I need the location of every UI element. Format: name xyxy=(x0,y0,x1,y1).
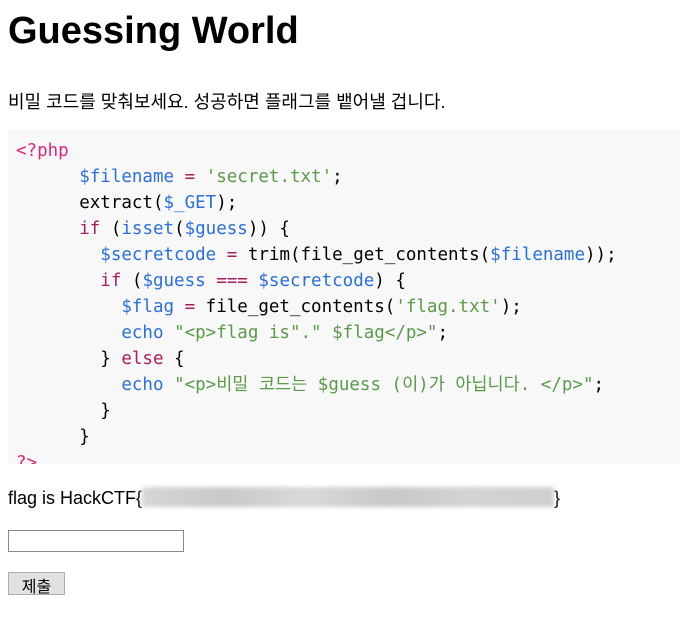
code-line: extract($_GET); xyxy=(16,190,672,216)
code-token: 'secret.txt' xyxy=(205,167,333,187)
code-token: } xyxy=(16,427,90,447)
code-token: ?> xyxy=(16,453,38,464)
code-token: ; xyxy=(593,375,605,395)
guess-input[interactable] xyxy=(8,530,184,552)
code-token: "<p>flag is"." $flag</p>" xyxy=(174,323,438,343)
code-token: if xyxy=(100,271,122,291)
code-token: 'flag.txt' xyxy=(395,297,501,317)
code-token: file_get_contents( xyxy=(195,297,396,317)
code-token: ( xyxy=(174,219,185,239)
code-token: $flag xyxy=(121,297,175,317)
code-line: } else { xyxy=(16,346,672,372)
code-token: === xyxy=(216,271,248,291)
code-token: $secretcode xyxy=(100,245,217,265)
code-token: ( xyxy=(121,271,143,291)
flag-suffix: } xyxy=(554,488,561,508)
code-token: ; xyxy=(437,323,449,343)
code-token: ; xyxy=(332,167,343,187)
code-token: $filename xyxy=(79,167,175,187)
code-token: isset xyxy=(121,219,175,239)
code-token: $_GET xyxy=(163,193,217,213)
source-code-block: <?php $filename = 'secret.txt'; extract(… xyxy=(8,130,680,464)
code-token: <?php xyxy=(16,141,69,161)
submit-button[interactable]: 제출 xyxy=(8,572,65,596)
code-token: echo xyxy=(121,375,164,395)
code-token: = xyxy=(184,167,196,187)
code-line: ?> xyxy=(16,450,672,464)
code-line: $secretcode = trim(file_get_contents($fi… xyxy=(16,242,672,268)
code-line: if ($guess === $secretcode) { xyxy=(16,268,672,294)
code-token: echo xyxy=(121,323,164,343)
code-token: ) { xyxy=(374,271,406,291)
code-token: ); xyxy=(216,193,238,213)
code-token: "<p>비밀 코드는 $guess (이)가 아닙니다. </p>" xyxy=(174,375,594,395)
flag-prefix: flag is HackCTF{ xyxy=(8,488,143,508)
code-token: $filename xyxy=(490,245,585,265)
page-title: Guessing World xyxy=(8,10,299,52)
code-line: echo "<p>비밀 코드는 $guess (이)가 아닙니다. </p>"; xyxy=(16,372,672,398)
flag-redacted xyxy=(142,487,555,507)
code-token: )) { xyxy=(247,219,290,239)
code-line: <?php xyxy=(16,138,672,164)
code-token: $guess xyxy=(184,219,248,239)
code-token: )); xyxy=(585,245,617,265)
code-token: extract( xyxy=(16,193,164,213)
guess-form: 제출 xyxy=(8,530,680,596)
code-token: $secretcode xyxy=(258,271,375,291)
code-token: if xyxy=(79,219,101,239)
code-line: } xyxy=(16,398,672,424)
code-token: else xyxy=(121,349,164,369)
code-token: = xyxy=(226,245,238,265)
code-token: ); xyxy=(500,297,522,317)
code-token: } xyxy=(16,349,122,369)
code-token: } xyxy=(16,401,111,421)
code-token: { xyxy=(163,349,185,369)
intro-text: 비밀 코드를 맞춰보세요. 성공하면 플래그를 뱉어낼 겁니다. xyxy=(8,92,446,112)
code-line: if (isset($guess)) { xyxy=(16,216,672,242)
code-line: $filename = 'secret.txt'; xyxy=(16,164,672,190)
code-token: = xyxy=(184,297,196,317)
code-token: trim(file_get_contents( xyxy=(237,245,491,265)
code-line: } xyxy=(16,424,672,450)
code-token: $guess xyxy=(142,271,206,291)
code-token: ( xyxy=(100,219,122,239)
flag-output: flag is HackCTF{} xyxy=(8,486,680,510)
code-line: echo "<p>flag is"." $flag</p>"; xyxy=(16,320,672,346)
code-line: $flag = file_get_contents('flag.txt'); xyxy=(16,294,672,320)
